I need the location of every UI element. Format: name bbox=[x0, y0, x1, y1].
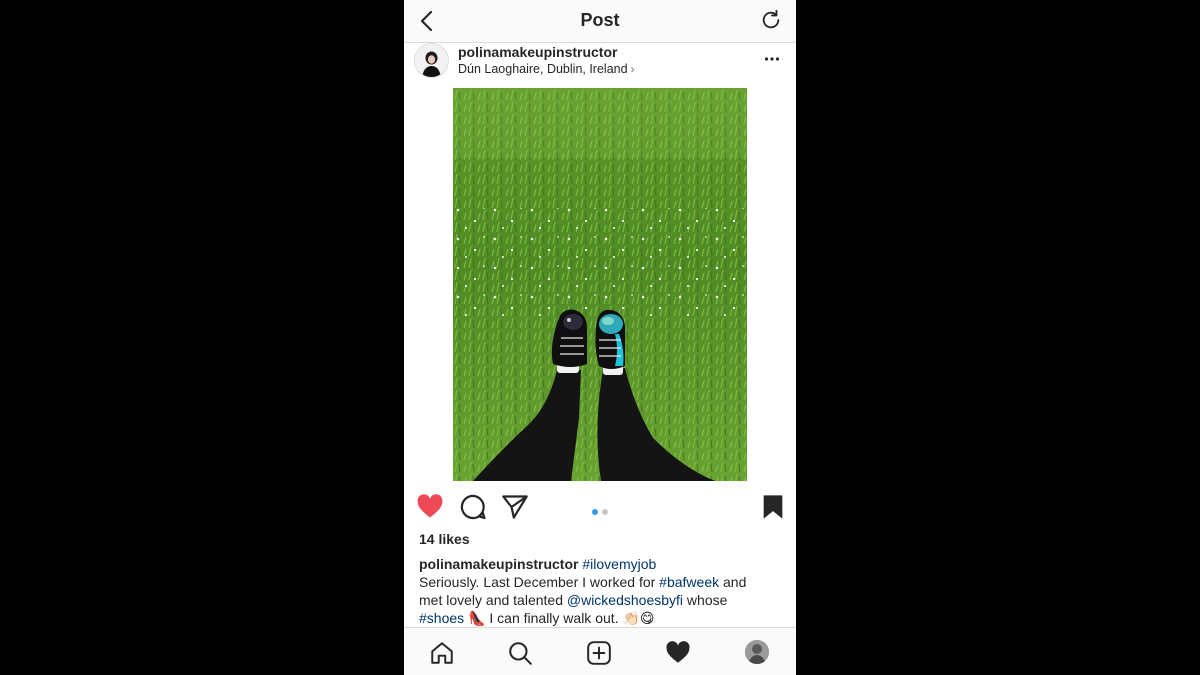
grass-shoes-photo bbox=[453, 88, 747, 481]
bottom-tab-bar bbox=[404, 627, 796, 675]
page-title: Post bbox=[580, 10, 620, 30]
caption-line: #shoes 👠 I can finally walk out. 👏🏻😋 bbox=[419, 609, 784, 627]
caption-text: met lovely and talented bbox=[419, 592, 567, 608]
post-header: polinamakeupinstructor Dún Laoghaire, Du… bbox=[404, 43, 796, 87]
profile-avatar-image bbox=[745, 640, 769, 664]
post-location[interactable]: Dún Laoghaire, Dublin, Ireland › bbox=[458, 62, 635, 76]
instagram-post-screen: Post polinamakeupinstructor Dún Laoghair… bbox=[404, 0, 796, 675]
hashtag-link[interactable]: #bafweek bbox=[659, 574, 719, 590]
caption-line: met lovely and talented @wickedshoesbyfi… bbox=[419, 591, 784, 609]
refresh-icon[interactable] bbox=[760, 9, 782, 31]
hashtag-link[interactable]: #ilovemyjob bbox=[582, 556, 656, 572]
post-media[interactable] bbox=[404, 88, 796, 481]
location-text: Dún Laoghaire, Dublin, Ireland bbox=[458, 62, 628, 76]
heart-icon[interactable] bbox=[416, 493, 444, 521]
bookmark-icon[interactable] bbox=[759, 493, 787, 521]
yum-face-emoji: 😋 bbox=[639, 610, 655, 626]
activity-heart-icon[interactable] bbox=[665, 640, 691, 666]
caption-text: Seriously. Last December I worked for bbox=[419, 574, 660, 590]
likes-count[interactable]: 14 likes bbox=[419, 531, 470, 547]
search-icon[interactable] bbox=[507, 640, 533, 666]
send-icon[interactable] bbox=[501, 493, 529, 521]
chevron-right-icon: › bbox=[630, 62, 635, 76]
avatar-image bbox=[415, 44, 448, 77]
post-photo bbox=[453, 88, 747, 481]
hashtag-link[interactable]: #shoes bbox=[419, 610, 464, 626]
home-icon[interactable] bbox=[429, 640, 455, 666]
carousel-indicator bbox=[592, 502, 612, 515]
caption-text: and bbox=[719, 574, 747, 590]
mention-link[interactable]: @wickedshoesbyfi bbox=[567, 592, 683, 608]
carousel-dot bbox=[602, 509, 608, 515]
caption-username[interactable]: polinamakeupinstructor bbox=[419, 556, 578, 572]
comment-icon[interactable] bbox=[459, 493, 487, 521]
clapping-hands-emoji: 👏🏻 bbox=[622, 610, 640, 626]
post-action-bar bbox=[404, 489, 796, 525]
caption-line: polinamakeupinstructor #ilovemyjob bbox=[419, 555, 784, 573]
caption-line: Seriously. Last December I worked for #b… bbox=[419, 573, 784, 591]
carousel-dot-active bbox=[592, 509, 598, 515]
top-nav-bar: Post bbox=[404, 0, 796, 43]
profile-tab-avatar[interactable] bbox=[745, 640, 769, 664]
post-caption: polinamakeupinstructor #ilovemyjob Serio… bbox=[419, 555, 784, 627]
caption-text: I can finally walk out. bbox=[485, 610, 623, 626]
add-post-icon[interactable] bbox=[586, 640, 612, 666]
post-username[interactable]: polinamakeupinstructor bbox=[458, 44, 617, 60]
avatar[interactable] bbox=[414, 43, 449, 78]
caption-text: whose bbox=[683, 592, 728, 608]
more-horizontal-icon[interactable] bbox=[764, 51, 780, 67]
high-heel-emoji: 👠 bbox=[468, 610, 486, 626]
